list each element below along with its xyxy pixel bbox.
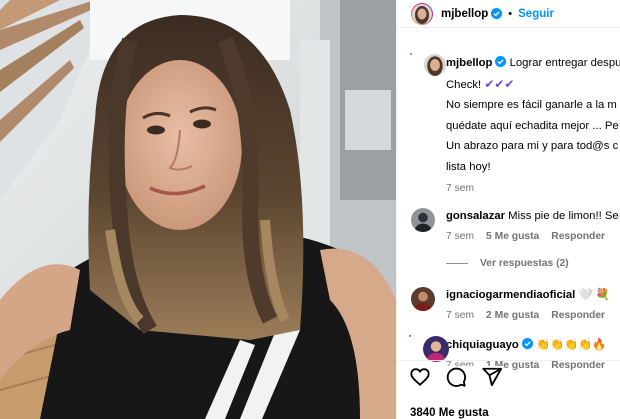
header-avatar-ring[interactable] bbox=[411, 2, 433, 25]
caption: mjbellop Lograr entregar despu Check! ✔✔… bbox=[397, 53, 620, 194]
comment-item: ignaciogarmendiaoficial 🤍 💐 7 sem 2 Me g… bbox=[397, 285, 620, 321]
avatar-person-icon bbox=[423, 336, 449, 362]
separator-dot: • bbox=[508, 7, 513, 20]
comment-text: 🤍 💐 bbox=[578, 289, 610, 301]
comment-username[interactable]: chiquiaguayo bbox=[446, 339, 519, 351]
comment-icon[interactable] bbox=[445, 366, 467, 388]
caption-avatar-ring[interactable] bbox=[410, 53, 446, 76]
post-side-panel: mjbellop • Seguir mjbellop Lograr entreg… bbox=[396, 0, 620, 419]
comment-text: 👏👏👏👏🔥 bbox=[535, 339, 607, 351]
reply-button[interactable]: Responder bbox=[551, 231, 605, 242]
avatar-person-icon bbox=[411, 208, 435, 232]
comment-username[interactable]: ignaciogarmendiaoficial bbox=[446, 289, 575, 301]
comment-username[interactable]: gonsalazar bbox=[446, 210, 505, 222]
view-replies-label: Ver respuestas (2) bbox=[480, 258, 569, 269]
avatar[interactable] bbox=[412, 3, 432, 24]
comment-time[interactable]: 7 sem bbox=[446, 231, 474, 242]
avatar-face-icon bbox=[412, 3, 432, 24]
header-username[interactable]: mjbellop bbox=[441, 8, 488, 20]
caption-line-1: Lograr entregar despu bbox=[509, 57, 620, 69]
caption-line-5: Un abrazo para mi y para tod@s c bbox=[446, 140, 619, 152]
avatar[interactable] bbox=[411, 208, 435, 232]
caption-line-6: lista hoy! bbox=[446, 160, 491, 173]
check-marks: ✔✔✔ bbox=[484, 76, 515, 91]
avatar-person-icon bbox=[411, 287, 435, 311]
likes-count[interactable]: 3840 Me gusta bbox=[410, 407, 489, 419]
comments-list: mjbellop Lograr entregar despu Check! ✔✔… bbox=[397, 44, 620, 371]
reply-button[interactable]: Responder bbox=[551, 310, 605, 321]
post-header: mjbellop • Seguir bbox=[397, 0, 620, 28]
verified-badge-icon bbox=[491, 8, 503, 19]
verified-badge-icon bbox=[495, 56, 507, 67]
comment-likes[interactable]: 2 Me gusta bbox=[486, 310, 539, 321]
avatar[interactable] bbox=[411, 287, 435, 311]
avatar[interactable] bbox=[423, 336, 449, 362]
caption-line-2: Check! bbox=[446, 78, 485, 91]
caption-username[interactable]: mjbellop bbox=[446, 57, 492, 69]
story-avatar-ring[interactable] bbox=[409, 335, 449, 362]
avatar[interactable] bbox=[424, 54, 446, 76]
caption-line-4: quédate aquí echadita mejor ... Pe bbox=[446, 119, 619, 132]
avatar-face-icon bbox=[424, 54, 446, 76]
caption-line-3: No siempre es fácil ganarle a la m bbox=[446, 99, 617, 111]
reply-button[interactable]: Responder bbox=[551, 360, 605, 371]
replies-divider bbox=[446, 263, 468, 264]
view-replies-button[interactable]: Ver respuestas (2) bbox=[446, 258, 620, 269]
verified-badge-icon bbox=[521, 338, 533, 349]
heart-icon[interactable] bbox=[409, 366, 431, 388]
comment-text: Miss pie de limon!! Se bbox=[508, 210, 619, 222]
share-icon[interactable] bbox=[481, 366, 503, 388]
comment-time[interactable]: 7 sem bbox=[446, 310, 474, 321]
selfie-image bbox=[0, 0, 396, 419]
follow-button[interactable]: Seguir bbox=[518, 8, 554, 20]
comment-item: gonsalazar Miss pie de limon!! Se 7 sem … bbox=[397, 206, 620, 269]
post-actions bbox=[409, 366, 503, 388]
comment-likes[interactable]: 5 Me gusta bbox=[486, 231, 539, 242]
actions-divider bbox=[397, 360, 620, 361]
caption-time[interactable]: 7 sem bbox=[446, 183, 474, 194]
post-photo[interactable] bbox=[0, 0, 396, 419]
